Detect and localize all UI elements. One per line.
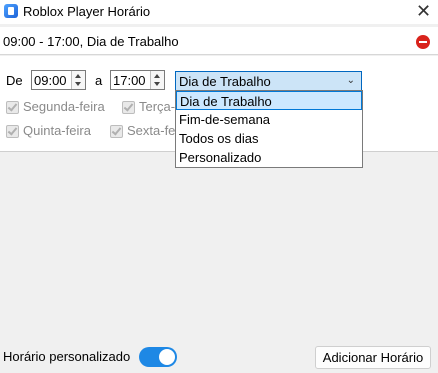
preset-selected-value: Dia de Trabalho: [179, 74, 271, 89]
day-label: Sexta-fe: [127, 123, 176, 138]
start-time-spinner[interactable]: [71, 71, 85, 89]
preset-select[interactable]: Dia de Trabalho ⌄: [175, 71, 362, 91]
close-button[interactable]: ✕: [412, 0, 438, 24]
day-checkbox-friday[interactable]: Sexta-fe: [110, 123, 175, 139]
end-time-field[interactable]: 17:00: [110, 70, 165, 90]
toggle-knob: [159, 349, 175, 365]
day-label: Segunda-feira: [23, 99, 105, 114]
chevron-down-icon: ⌄: [346, 75, 355, 86]
spin-down-icon[interactable]: [154, 82, 160, 86]
spin-up-icon[interactable]: [75, 74, 81, 78]
end-time-spinner[interactable]: [150, 71, 164, 89]
preset-dropdown-list: Dia de Trabalho Fim-de-semana Todos os d…: [175, 90, 363, 168]
day-checkbox-thursday[interactable]: Quinta-feira: [6, 123, 106, 139]
custom-schedule-toggle[interactable]: [139, 347, 177, 367]
window-title: Roblox Player Horário: [23, 4, 151, 19]
day-label: Terça-f: [139, 99, 179, 114]
schedule-summary: 09:00 - 17:00, Dia de Trabalho: [3, 34, 179, 49]
checkbox-icon: [110, 125, 123, 138]
dropdown-option-every-day[interactable]: Todos os dias: [176, 129, 362, 148]
day-label: Quinta-feira: [23, 123, 91, 138]
day-checkbox-monday[interactable]: Segunda-feira: [6, 99, 116, 115]
dropdown-option-custom[interactable]: Personalizado: [176, 148, 362, 167]
remove-schedule-icon[interactable]: [416, 35, 430, 49]
spin-down-icon[interactable]: [75, 82, 81, 86]
add-schedule-button[interactable]: Adicionar Horário: [315, 346, 431, 369]
option-label: Personalizado: [179, 150, 262, 165]
option-label: Fim-de-semana: [179, 112, 271, 127]
schedule-list-item[interactable]: 09:00 - 17:00, Dia de Trabalho: [0, 27, 438, 55]
bottom-bar: Horário personalizado Adicionar Horário: [0, 340, 438, 373]
option-label: Dia de Trabalho: [180, 94, 272, 109]
checkbox-icon: [6, 101, 19, 114]
dropdown-option-weekend[interactable]: Fim-de-semana: [176, 110, 362, 129]
end-time-value: 17:00: [113, 73, 146, 88]
from-label: De: [6, 73, 23, 88]
title-bar: Roblox Player Horário ✕: [0, 0, 438, 24]
spin-up-icon[interactable]: [154, 74, 160, 78]
day-checkbox-tuesday[interactable]: Terça-f: [122, 99, 179, 115]
checkbox-icon: [6, 125, 19, 138]
checkbox-icon: [122, 101, 135, 114]
option-label: Todos os dias: [179, 131, 259, 146]
custom-schedule-label: Horário personalizado: [3, 349, 131, 364]
to-label: a: [95, 73, 103, 88]
dropdown-option-workday[interactable]: Dia de Trabalho: [176, 91, 362, 110]
start-time-value: 09:00: [34, 73, 67, 88]
start-time-field[interactable]: 09:00: [31, 70, 86, 90]
roblox-app-icon: [4, 4, 18, 18]
close-icon: ✕: [416, 1, 432, 21]
